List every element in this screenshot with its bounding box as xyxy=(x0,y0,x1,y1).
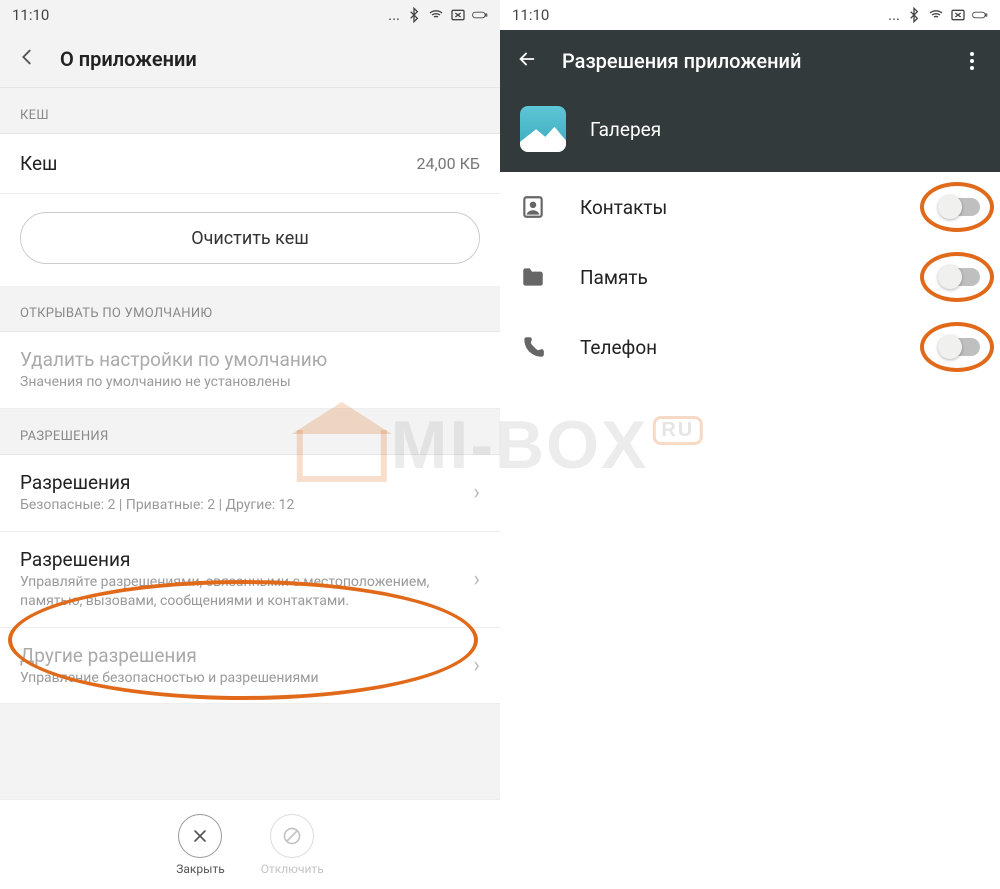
back-chevron-icon[interactable] xyxy=(16,46,38,72)
reset-defaults-sub: Значения по умолчанию не установлены xyxy=(20,373,470,392)
phone-icon xyxy=(520,334,546,360)
permission-label: Контакты xyxy=(580,196,906,219)
app-info-header: О приложении xyxy=(0,30,500,88)
permission-row-phone[interactable]: Телефон xyxy=(500,312,1000,382)
wifi-icon xyxy=(428,7,444,23)
close-label: Закрыть xyxy=(176,862,224,876)
clear-cache-wrap: Очистить кеш xyxy=(0,194,500,286)
permissions-row-2[interactable]: Разрешения Управляйте разрешениями, связ… xyxy=(0,532,500,628)
close-icon xyxy=(178,814,222,858)
status-bar: 11:10 ... xyxy=(0,0,500,30)
section-open-default-header: ОТКРЫВАТЬ ПО УМОЛЧАНИЮ xyxy=(0,286,500,332)
permission-toggle[interactable] xyxy=(940,198,980,216)
wifi-icon xyxy=(928,7,944,23)
status-time: 11:10 xyxy=(12,6,49,24)
other-permissions-row[interactable]: Другие разрешения Управление безопасност… xyxy=(0,628,500,705)
disable-action[interactable]: Отключить xyxy=(261,814,324,876)
bottom-actions: Закрыть Отключить xyxy=(0,799,500,889)
status-icons: ... xyxy=(388,6,488,24)
perm1-sub: Безопасные: 2 | Приватные: 2 | Другие: 1… xyxy=(20,496,463,515)
contacts-icon xyxy=(520,194,546,220)
battery-icon xyxy=(472,7,488,23)
status-icons: ... xyxy=(888,6,988,24)
folder-icon xyxy=(520,264,546,290)
chevron-right-icon: › xyxy=(473,480,480,505)
close-action[interactable]: Закрыть xyxy=(176,814,224,876)
permission-row-contacts[interactable]: Контакты xyxy=(500,172,1000,242)
battery-icon xyxy=(972,7,988,23)
gallery-app-icon xyxy=(520,106,566,152)
section-cache-header: КЕШ xyxy=(0,88,500,134)
bluetooth-icon xyxy=(906,7,922,23)
back-arrow-icon[interactable] xyxy=(516,48,538,74)
permission-row-storage[interactable]: Память xyxy=(500,242,1000,312)
permission-toggle[interactable] xyxy=(940,338,980,356)
perm2-title: Разрешения xyxy=(20,548,463,571)
block-icon xyxy=(270,814,314,858)
more-icon: ... xyxy=(388,6,400,24)
status-time: 11:10 xyxy=(512,6,549,24)
close-box-icon xyxy=(450,7,466,23)
cache-value: 24,00 КБ xyxy=(417,154,480,173)
phone-right-permissions: 11:10 ... Разрешения приложений Галерея xyxy=(500,0,1000,889)
disable-label: Отключить xyxy=(261,862,324,876)
reset-defaults-row[interactable]: Удалить настройки по умолчанию Значения … xyxy=(0,332,500,409)
more-icon: ... xyxy=(888,6,900,24)
cache-label: Кеш xyxy=(20,152,57,175)
chevron-right-icon: › xyxy=(473,653,480,678)
permission-toggle[interactable] xyxy=(940,268,980,286)
permissions-page-title: Разрешения приложений xyxy=(562,49,936,73)
app-row: Галерея xyxy=(500,92,1000,172)
perm1-title: Разрешения xyxy=(20,471,463,494)
close-box-icon xyxy=(950,7,966,23)
clear-cache-button[interactable]: Очистить кеш xyxy=(20,212,480,264)
permissions-dark-header: Разрешения приложений Галерея xyxy=(500,30,1000,172)
permission-label: Телефон xyxy=(580,336,906,359)
permission-label: Память xyxy=(580,266,906,289)
reset-defaults-title: Удалить настройки по умолчанию xyxy=(20,348,470,371)
perm3-title: Другие разрешения xyxy=(20,644,463,667)
permissions-row-1[interactable]: Разрешения Безопасные: 2 | Приватные: 2 … xyxy=(0,455,500,532)
perm2-sub: Управляйте разрешениями, связанными с ме… xyxy=(20,573,463,611)
status-bar: 11:10 ... xyxy=(500,0,1000,30)
page-title: О приложении xyxy=(60,47,197,71)
section-permissions-header: РАЗРЕШЕНИЯ xyxy=(0,409,500,455)
cache-row[interactable]: Кеш 24,00 КБ xyxy=(0,134,500,194)
chevron-right-icon: › xyxy=(473,567,480,592)
app-name: Галерея xyxy=(590,118,661,141)
phone-left-app-info: 11:10 ... О приложении КЕШ Кеш 24,00 КБ … xyxy=(0,0,500,889)
menu-kebab-icon[interactable] xyxy=(960,52,984,70)
perm3-sub: Управление безопасностью и разрешениями xyxy=(20,669,463,688)
clear-cache-label: Очистить кеш xyxy=(191,228,309,249)
bluetooth-icon xyxy=(406,7,422,23)
